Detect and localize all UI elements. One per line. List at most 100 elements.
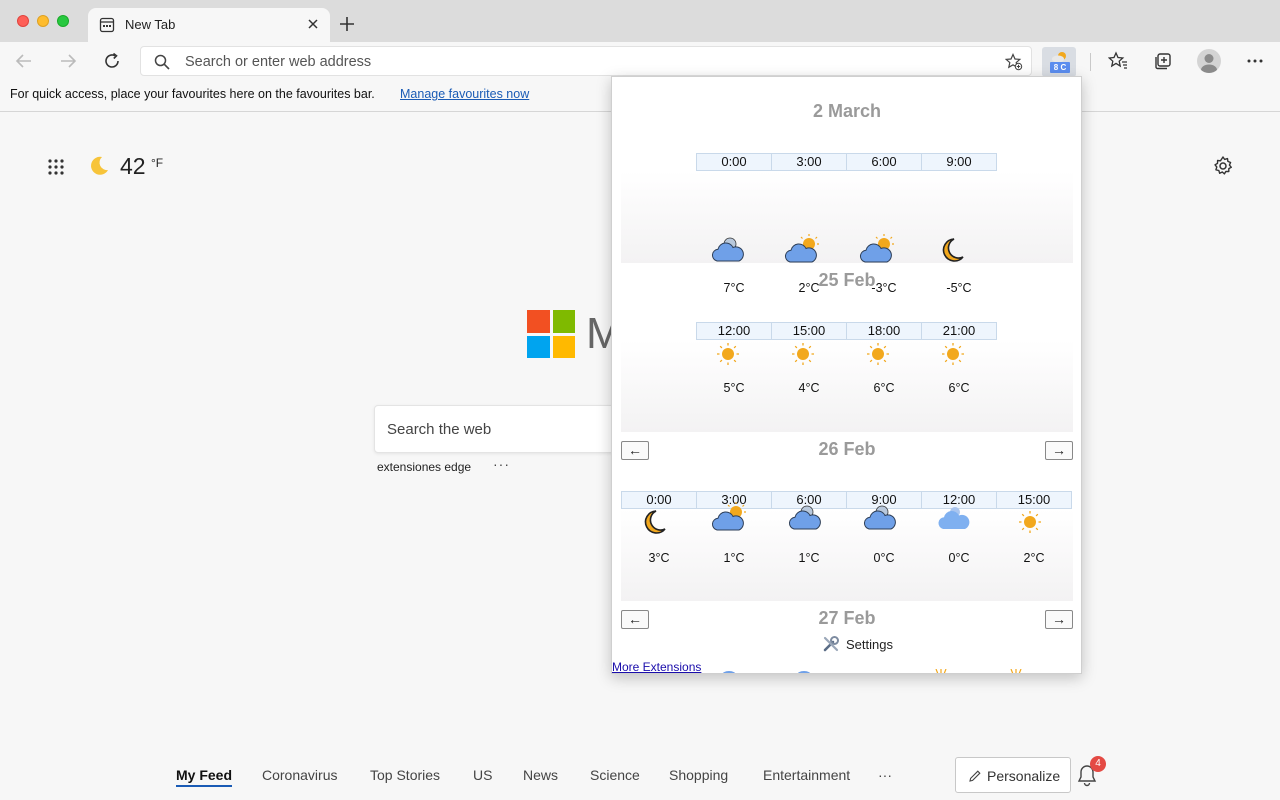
- weather-extension-button[interactable]: 8 C: [1042, 47, 1076, 77]
- forecast-day-25-feb: 25 Feb 12:00 15:00 18:00 21:00: [621, 268, 1073, 433]
- page-settings-gear-icon[interactable]: [1212, 155, 1234, 177]
- address-placeholder: Search or enter web address: [185, 54, 372, 70]
- sun-icon: [934, 337, 972, 371]
- sun-icon: [784, 337, 822, 371]
- tab-strip: New Tab: [0, 0, 1280, 42]
- popup-settings-label: Settings: [846, 637, 893, 652]
- temperature: 3°C: [648, 551, 670, 565]
- temperature: 2°C: [1023, 551, 1045, 565]
- previous-day-button[interactable]: ←: [621, 441, 649, 460]
- personalize-button[interactable]: Personalize: [955, 757, 1071, 793]
- feed-tab-news[interactable]: News: [523, 767, 558, 783]
- address-bar[interactable]: Search or enter web address: [140, 46, 1032, 76]
- temperature: 0°C: [948, 551, 970, 565]
- more-options-icon[interactable]: [1245, 51, 1265, 71]
- next-day-button[interactable]: →: [1045, 610, 1073, 629]
- feed-tab-science[interactable]: Science: [590, 767, 640, 783]
- time-slot: 0:00: [696, 153, 772, 171]
- window-minimize-button[interactable]: [37, 15, 49, 27]
- feed-tab-my-feed[interactable]: My Feed: [176, 767, 233, 787]
- cloud-sun-icon: [859, 233, 897, 267]
- close-tab-icon[interactable]: [306, 17, 320, 31]
- day-title: 25 Feb: [818, 270, 876, 290]
- popup-settings-button[interactable]: Settings: [822, 635, 912, 655]
- refresh-icon[interactable]: [102, 51, 122, 71]
- notification-count-badge: 4: [1090, 756, 1106, 772]
- sun-icon: [709, 337, 747, 371]
- forward-arrow-icon[interactable]: [58, 51, 78, 71]
- search-icon: [154, 54, 170, 70]
- app-launcher-icon[interactable]: [47, 158, 65, 176]
- quick-link-extensiones-edge[interactable]: extensiones edge: [377, 460, 471, 474]
- next-day-button[interactable]: →: [1045, 441, 1073, 460]
- add-favourite-star-icon[interactable]: [1005, 53, 1023, 71]
- day-title: 27 Feb: [818, 608, 876, 628]
- tools-icon: [823, 636, 839, 652]
- sun-icon: [859, 337, 897, 371]
- back-arrow-icon[interactable]: [14, 51, 34, 71]
- more-extensions-link[interactable]: More Extensions: [612, 660, 704, 673]
- light-cloud-icon: [936, 501, 974, 535]
- microsoft-wordmark-partial: M: [586, 309, 612, 358]
- tab-new-tab[interactable]: New Tab: [88, 8, 330, 42]
- feed-tab-entertainment[interactable]: Entertainment: [763, 767, 850, 783]
- cloud-icon: [722, 671, 736, 673]
- sun-icon: [1011, 505, 1049, 539]
- web-search-placeholder: Search the web: [387, 421, 492, 438]
- toolbar: Search or enter web address 8 C: [0, 42, 1280, 80]
- time-slot: 9:00: [921, 153, 997, 171]
- web-search-box[interactable]: Search the web: [374, 405, 624, 453]
- forecast-area: [621, 171, 1073, 263]
- weather-extension-popup: 2 March 0:00 3:00 6:00 9:00 7°C 2°C -3°C…: [611, 76, 1082, 674]
- time-slot: 3:00: [771, 153, 847, 171]
- temperature: 6°C: [948, 381, 970, 395]
- temperature: 1°C: [798, 551, 820, 565]
- window-zoom-button[interactable]: [57, 15, 69, 27]
- profile-avatar[interactable]: [1197, 49, 1221, 73]
- feed-more-button[interactable]: ···: [878, 767, 892, 783]
- current-temperature[interactable]: 42: [120, 153, 146, 180]
- temperature: 4°C: [798, 381, 820, 395]
- sun-icon: [935, 669, 947, 673]
- feed-tab-coronavirus[interactable]: Coronavirus: [262, 767, 337, 783]
- day-title: 2 March: [812, 101, 882, 121]
- temperature: 0°C: [873, 551, 895, 565]
- collections-icon[interactable]: [1153, 51, 1173, 71]
- temperature-unit: °F: [151, 156, 164, 170]
- moon-weather-icon[interactable]: [87, 154, 111, 178]
- quick-link-more-button[interactable]: ···: [493, 456, 510, 472]
- moon-icon: [636, 505, 674, 539]
- extension-badge: 8 C: [1050, 62, 1070, 73]
- temperature: 5°C: [723, 381, 745, 395]
- time-slot: 6:00: [846, 153, 922, 171]
- cloud-sun-icon: [784, 233, 822, 267]
- cloud-icon: [797, 671, 811, 673]
- cloud-sun-icon: [711, 501, 749, 535]
- day-title: 26 Feb: [818, 439, 876, 459]
- temperature: 1°C: [723, 551, 745, 565]
- personalize-label: Personalize: [987, 768, 1061, 784]
- feed-tab-us[interactable]: US: [473, 767, 492, 783]
- feed-tab-top-stories[interactable]: Top Stories: [370, 767, 440, 783]
- manage-favourites-link[interactable]: Manage favourites now: [400, 87, 529, 101]
- cloud-icon: [861, 501, 899, 535]
- cloud-icon: [786, 501, 824, 535]
- forecast-day-2-march: 2 March 0:00 3:00 6:00 9:00 7°C 2°C -3°C…: [621, 99, 1073, 295]
- new-tab-plus-icon[interactable]: [337, 14, 357, 34]
- new-tab-page-icon: [99, 17, 115, 33]
- previous-day-button[interactable]: ←: [621, 610, 649, 629]
- tab-title: New Tab: [125, 17, 176, 32]
- toolbar-separator: [1090, 53, 1091, 71]
- forecast-day-26-feb: 26 Feb ← → 0:00 3:00 6:00 9:00 12:00 15:…: [621, 437, 1073, 602]
- window-close-button[interactable]: [17, 15, 29, 27]
- sun-icon: [1010, 669, 1022, 673]
- cloud-icon: [709, 233, 747, 267]
- favourites-bar-message: For quick access, place your favourites …: [10, 87, 375, 101]
- favourites-icon[interactable]: [1108, 51, 1128, 71]
- pencil-icon: [969, 770, 981, 782]
- feed-tab-shopping[interactable]: Shopping: [669, 767, 728, 783]
- microsoft-logo: [527, 310, 575, 358]
- person-icon: [1201, 54, 1217, 73]
- moon-icon: [934, 233, 972, 267]
- temperature: 6°C: [873, 381, 895, 395]
